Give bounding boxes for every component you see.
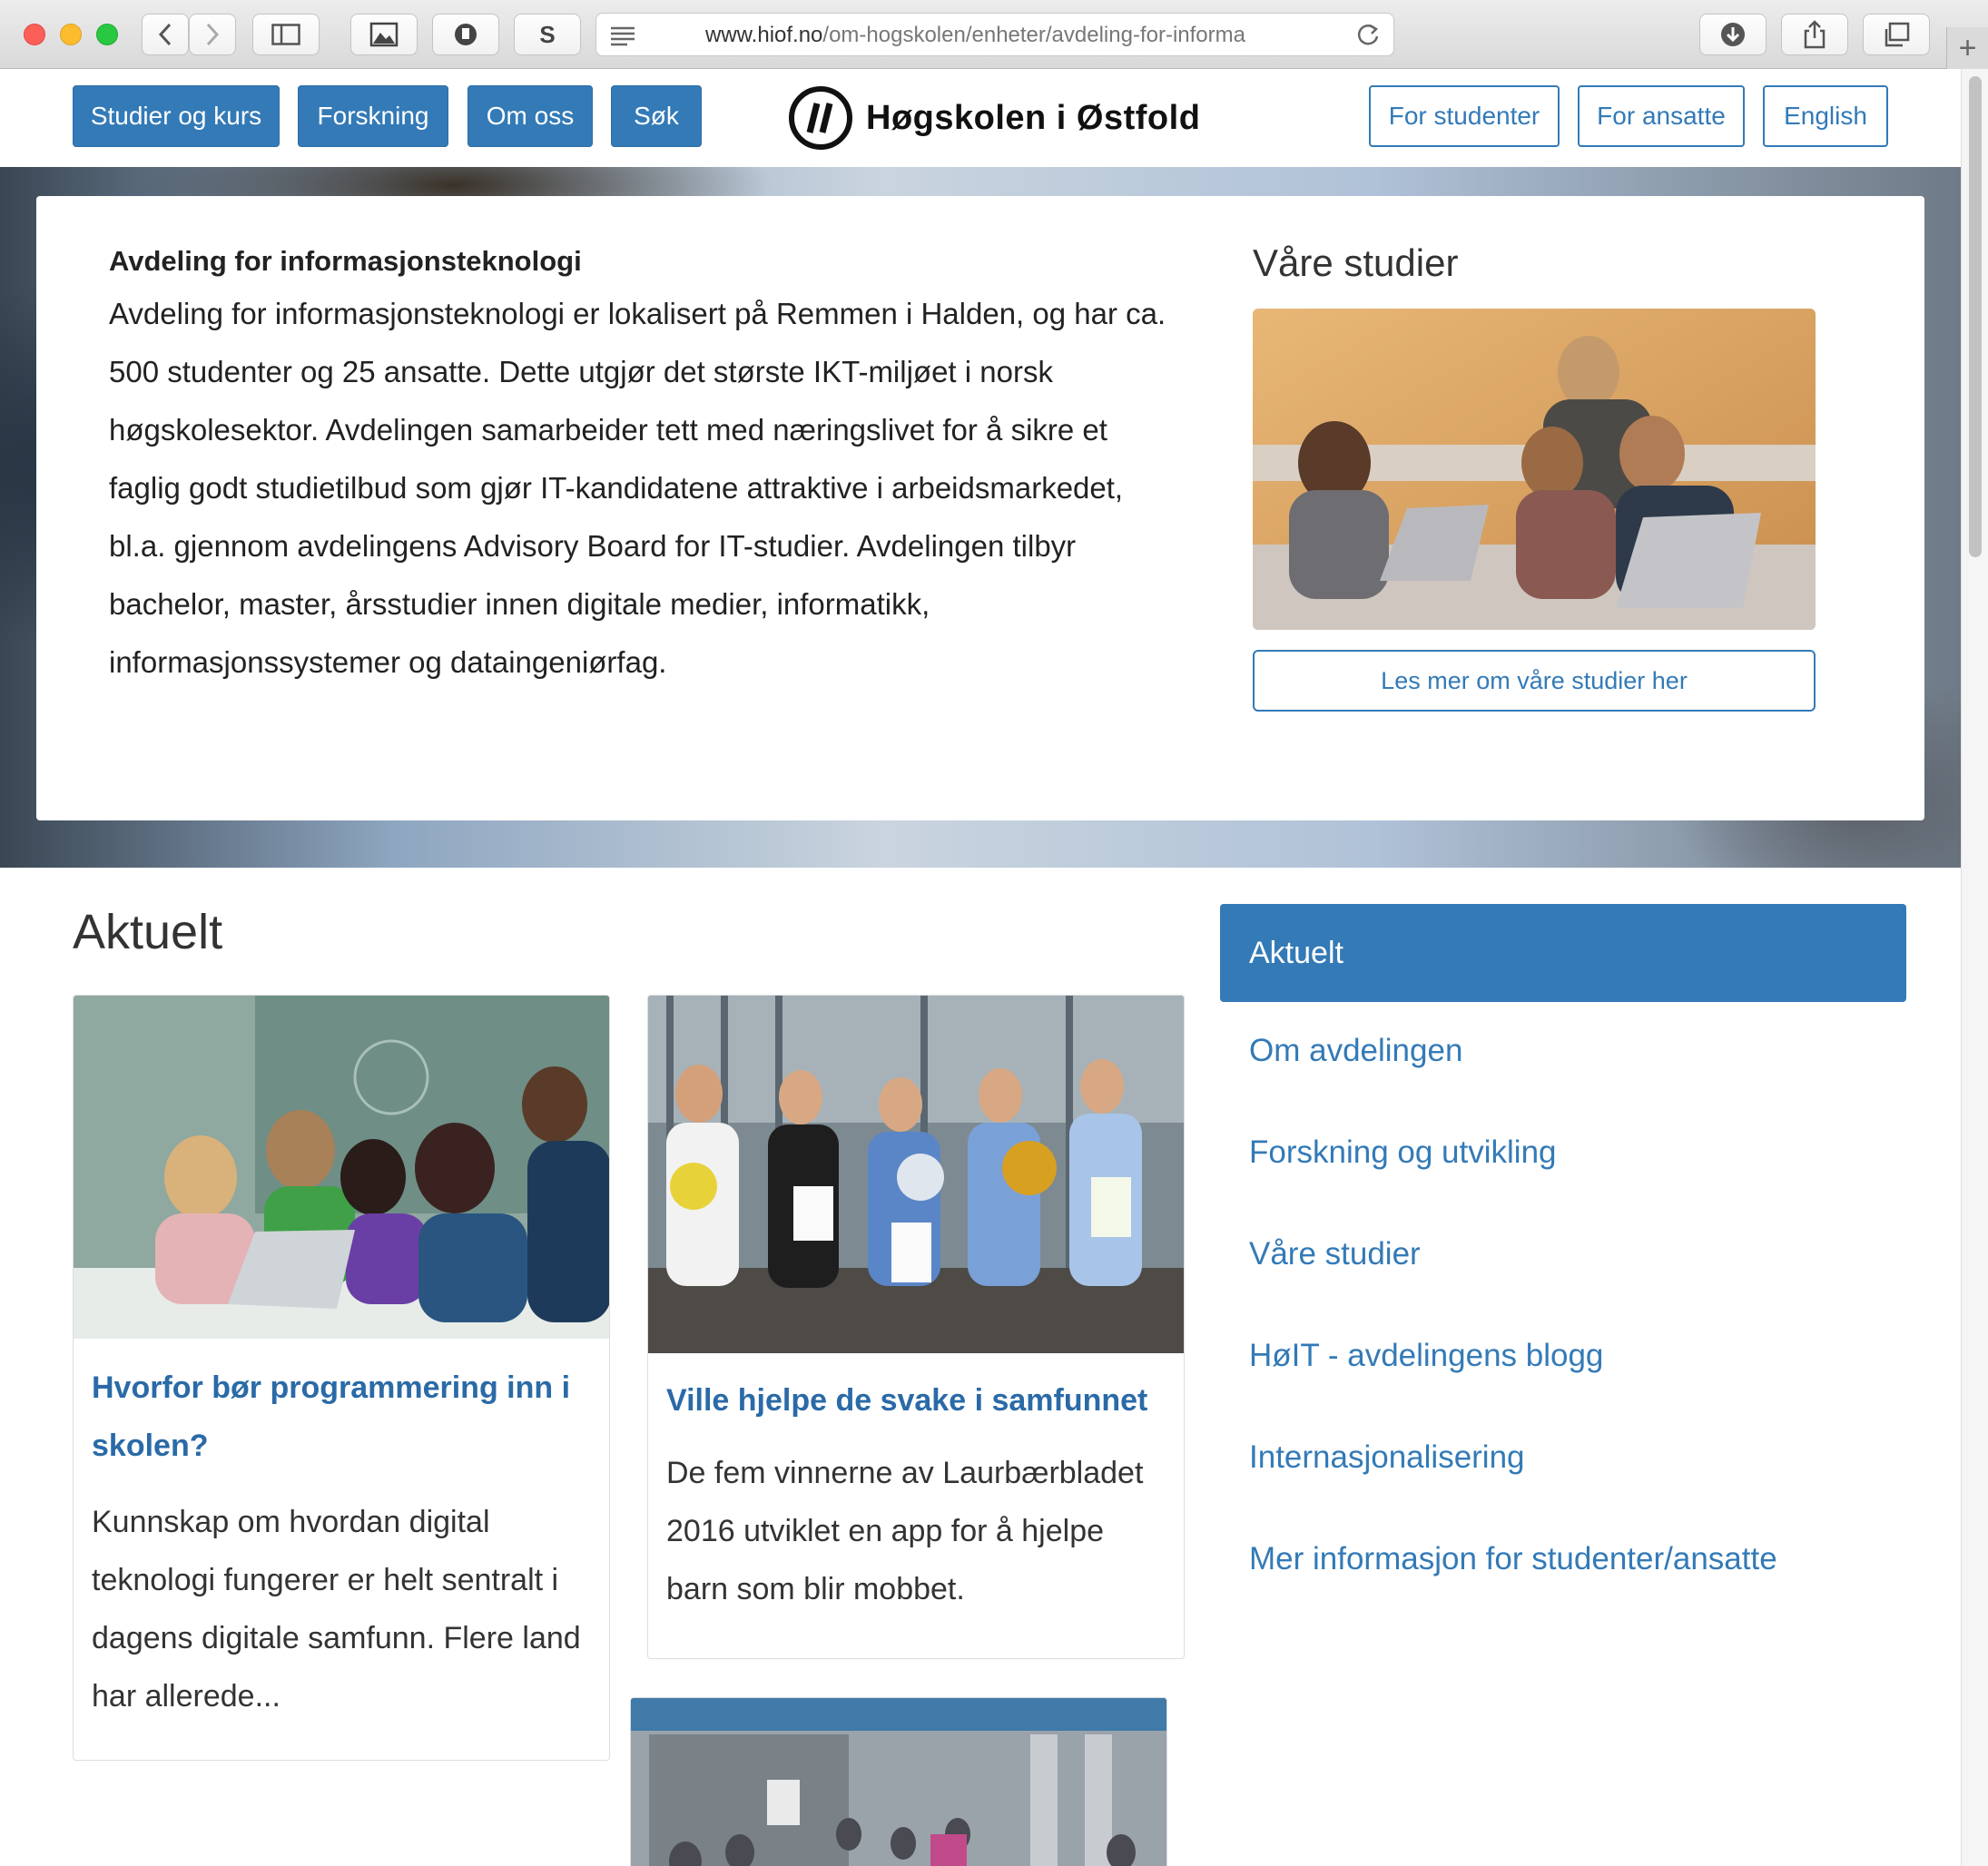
minimize-window-button[interactable] bbox=[60, 24, 82, 45]
hiof-logo-icon bbox=[789, 86, 852, 150]
sidebar-item-vare-studier[interactable]: Våre studier bbox=[1249, 1236, 1421, 1272]
link-english[interactable]: English bbox=[1763, 85, 1888, 147]
forward-button[interactable] bbox=[189, 14, 236, 55]
description-line: høgskolesektor. Avdelingen samarbeider t… bbox=[109, 413, 1107, 447]
excerpt-line: dagens digitale samfunn. Flere land bbox=[92, 1621, 581, 1655]
site-header: Studier og kurs Forskning Om oss Søk Høg… bbox=[0, 69, 1961, 167]
close-window-button[interactable] bbox=[24, 24, 45, 45]
sidebar-item-om-avdelingen[interactable]: Om avdelingen bbox=[1249, 1033, 1462, 1069]
aktuelt-heading: Aktuelt bbox=[73, 905, 223, 959]
news-card[interactable]: Hvorfor bør programmering inn i skolen? … bbox=[73, 995, 610, 1761]
zoom-window-button[interactable] bbox=[96, 24, 118, 45]
description-line: bl.a. gjennom avdelingens Advisory Board… bbox=[109, 529, 1077, 563]
chevron-left-icon bbox=[158, 23, 172, 46]
nav-sok[interactable]: Søk bbox=[611, 85, 702, 147]
download-icon bbox=[1721, 23, 1745, 46]
nav-om-oss[interactable]: Om oss bbox=[467, 85, 593, 147]
excerpt-line: barn som blir mobbet. bbox=[666, 1572, 965, 1606]
nav-forskning[interactable]: Forskning bbox=[298, 85, 448, 147]
downloads-button[interactable] bbox=[1699, 14, 1767, 55]
classroom-photo bbox=[74, 996, 609, 1339]
hand-icon bbox=[455, 24, 477, 45]
news-title[interactable]: Hvorfor bør programmering inn i skolen? bbox=[92, 1359, 570, 1475]
les-mer-studier-button[interactable]: Les mer om våre studier her bbox=[1253, 650, 1816, 712]
page-scrollbar[interactable] bbox=[1961, 69, 1988, 1866]
sidebar-icon bbox=[271, 24, 300, 45]
excerpt-line: teknologi fungerer er helt sentralt i bbox=[92, 1563, 559, 1597]
new-tab-button[interactable]: + bbox=[1946, 27, 1988, 69]
share-button[interactable] bbox=[1781, 14, 1848, 55]
excerpt-line: Kunnskap om hvordan digital bbox=[92, 1505, 490, 1539]
department-title: Avdeling for informasjonsteknologi bbox=[109, 245, 582, 277]
logo-text: Høgskolen i Østfold bbox=[866, 98, 1201, 137]
hero-banner: Avdeling for informasjonsteknologi Avdel… bbox=[0, 167, 1961, 868]
excerpt-line: De fem vinnerne av Laurbærbladet bbox=[666, 1456, 1144, 1490]
sidebar-item-mer-informasjon[interactable]: Mer informasjon for studenter/ansatte bbox=[1249, 1541, 1777, 1577]
description-line: faglig godt studietilbud som gjør IT-kan… bbox=[109, 471, 1124, 505]
url-path: /om-hogskolen/enheter/avdeling-for-infor… bbox=[822, 23, 1245, 47]
news-title-line: Ville hjelpe de svake i samfunnet bbox=[666, 1383, 1148, 1418]
chevron-right-icon bbox=[206, 23, 220, 46]
link-for-ansatte[interactable]: For ansatte bbox=[1578, 85, 1745, 147]
students-photo bbox=[1253, 309, 1816, 630]
description-line: informasjonssystemer og dataingeniørfag. bbox=[109, 645, 667, 679]
ghostery-extension-button[interactable] bbox=[432, 14, 499, 55]
sidebar-item-internasjonalisering[interactable]: Internasjonalisering bbox=[1249, 1439, 1525, 1476]
sidebar-toggle-button[interactable] bbox=[252, 14, 320, 55]
news-excerpt: De fem vinnerne av Laurbærbladet 2016 ut… bbox=[666, 1444, 1143, 1618]
description-line: bachelor, master, årsstudier innen digit… bbox=[109, 587, 930, 621]
excerpt-line: har allerede... bbox=[92, 1679, 280, 1714]
address-bar[interactable]: www.hiof.no/om-hogskolen/enheter/avdelin… bbox=[595, 13, 1394, 56]
campus-hall-photo bbox=[631, 1698, 1166, 1866]
reader-list-icon bbox=[611, 26, 635, 46]
share-icon bbox=[1804, 20, 1826, 49]
site-logo[interactable]: Høgskolen i Østfold bbox=[788, 85, 1200, 151]
scrollbar-thumb[interactable] bbox=[1969, 76, 1982, 557]
link-for-studenter[interactable]: For studenter bbox=[1369, 85, 1560, 147]
sidebar-item-forskning[interactable]: Forskning og utvikling bbox=[1249, 1134, 1557, 1171]
sidebar-item-aktuelt[interactable]: Aktuelt bbox=[1220, 904, 1906, 1002]
excerpt-line: 2016 utviklet en app for å hjelpe bbox=[666, 1514, 1105, 1548]
news-title-line: skolen? bbox=[92, 1429, 209, 1463]
news-card[interactable]: Ville hjelpe de svake i samfunnet De fem… bbox=[647, 995, 1185, 1659]
s-extension-label: S bbox=[539, 20, 556, 48]
url-text: www.hiof.no/om-hogskolen/enheter/avdelin… bbox=[705, 23, 1286, 48]
sidebar-item-hoit-blogg[interactable]: HøIT - avdelingens blogg bbox=[1249, 1338, 1603, 1374]
department-description: Avdeling for informasjonsteknologi er lo… bbox=[109, 285, 1235, 692]
studier-heading: Våre studier bbox=[1253, 241, 1459, 284]
back-button[interactable] bbox=[142, 14, 189, 55]
browser-toolbar: S www.hiof.no/om-hogskolen/enheter/avdel… bbox=[0, 0, 1988, 69]
reader-extension-button[interactable] bbox=[350, 14, 418, 55]
news-title-line: Hvorfor bør programmering inn i bbox=[92, 1370, 571, 1405]
url-host: www.hiof.no bbox=[705, 23, 823, 47]
news-excerpt: Kunnskap om hvordan digital teknologi fu… bbox=[92, 1493, 581, 1725]
s-extension-button[interactable]: S bbox=[514, 14, 581, 55]
description-line: Avdeling for informasjonsteknologi er lo… bbox=[109, 297, 1166, 330]
reload-icon[interactable] bbox=[1355, 22, 1381, 47]
news-card[interactable] bbox=[630, 1697, 1167, 1866]
tabs-overview-button[interactable] bbox=[1863, 14, 1930, 55]
nav-studier-og-kurs[interactable]: Studier og kurs bbox=[73, 85, 280, 147]
news-title[interactable]: Ville hjelpe de svake i samfunnet bbox=[666, 1371, 1147, 1429]
description-line: 500 studenter og 25 ansatte. Dette utgjø… bbox=[109, 355, 1053, 388]
award-winners-photo bbox=[648, 996, 1184, 1353]
image-icon bbox=[369, 22, 399, 47]
hero-card: Avdeling for informasjonsteknologi Avdel… bbox=[36, 196, 1924, 820]
tabs-icon bbox=[1885, 22, 1910, 47]
plus-icon: + bbox=[1958, 30, 1977, 65]
